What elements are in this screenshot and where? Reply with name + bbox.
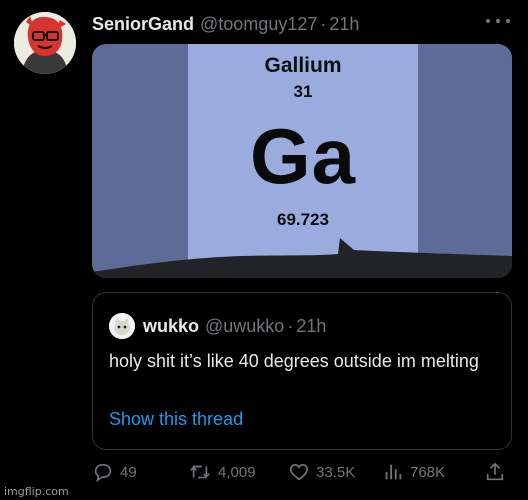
reply-button[interactable]: 49 [92, 458, 137, 486]
more-icon[interactable] [486, 14, 510, 28]
quoted-timestamp[interactable]: 21h [296, 316, 326, 337]
views-button[interactable]: 768K [382, 458, 445, 486]
reply-icon [94, 463, 112, 483]
like-count: 33.5K [316, 463, 356, 481]
share-icon [486, 462, 504, 481]
reply-count: 49 [120, 463, 137, 481]
retweet-icon [190, 465, 210, 479]
tweet-header: SeniorGand @toomguy127 · 21h [92, 12, 359, 36]
action-bar: 49 4,009 33.5K 768K [92, 458, 512, 486]
melted-puddle [92, 238, 512, 278]
avatar[interactable] [14, 12, 76, 74]
retweet-count: 4,009 [218, 463, 256, 481]
views-count: 768K [410, 463, 446, 481]
like-button[interactable]: 33.5K [288, 458, 355, 486]
quoted-tweet-text: holy shit it’s like 40 degrees outside i… [109, 351, 479, 371]
like-icon [289, 464, 309, 481]
timestamp[interactable]: 21h [329, 14, 359, 35]
quoted-tweet-header: wukko @uwukko · 21h [109, 313, 326, 339]
retweet-button[interactable]: 4,009 [188, 458, 256, 486]
quoted-display-name[interactable]: wukko [143, 316, 199, 337]
share-button[interactable] [484, 458, 512, 486]
watermark: imgflip.com [4, 485, 69, 498]
display-name[interactable]: SeniorGand [92, 14, 194, 35]
show-thread-link[interactable]: Show this thread [109, 409, 243, 430]
quoted-avatar[interactable] [109, 313, 135, 339]
tweet-media-image[interactable]: Gallium 31 Ga 69.723 [92, 44, 512, 278]
separator-dot: · [287, 315, 294, 336]
separator-dot: · [320, 13, 327, 34]
views-icon [385, 464, 402, 480]
quoted-user-handle[interactable]: @uwukko [205, 316, 284, 337]
user-handle[interactable]: @toomguy127 [200, 14, 317, 35]
quoted-tweet[interactable]: wukko @uwukko · 21h holy shit it’s like … [92, 292, 512, 450]
